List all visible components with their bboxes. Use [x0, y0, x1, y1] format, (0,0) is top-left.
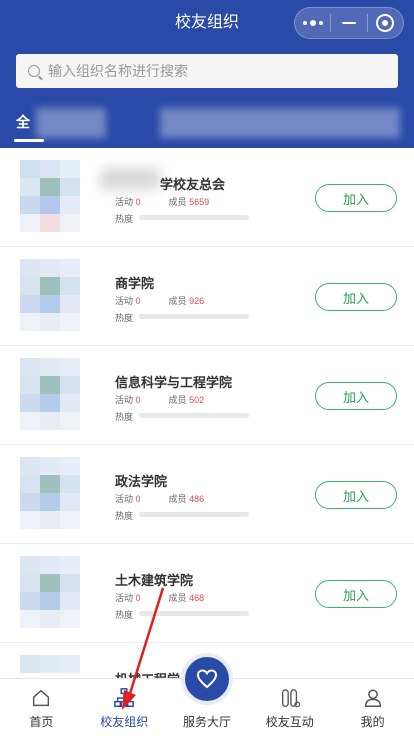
close-miniprogram-button[interactable] [368, 8, 403, 38]
org-logo-image [20, 655, 80, 678]
heat-label: 热度 [115, 214, 134, 224]
org-logo-image [20, 457, 80, 531]
heat-bar [139, 314, 249, 319]
org-logo-image [20, 259, 80, 333]
org-name: 机械工程学 [115, 669, 180, 678]
tab-label: 服务大厅 [182, 715, 231, 729]
join-button[interactable]: 加入 [315, 184, 397, 212]
tab-blurred[interactable] [36, 108, 106, 138]
org-name: 政法学院 [115, 474, 168, 489]
tab-all[interactable]: 全 [16, 112, 30, 132]
heat-bar [139, 413, 249, 418]
tab-service-hall[interactable]: 服务大厅 [166, 653, 249, 736]
profile-icon [364, 689, 381, 707]
tab-home[interactable]: 首页 [0, 679, 83, 736]
org-name: 商学院 [115, 276, 155, 291]
bottom-tab-bar: 首页 校友组织 服务大厅 校友互动 我的 [0, 653, 414, 736]
search-icon [28, 65, 40, 77]
tab-label: 校友互动 [265, 715, 314, 729]
organization-list: 学校友总会 活动 0 成员 5659 热度 加入 商学院 活动 0 成员 926 热… [0, 148, 414, 678]
heat-bar [139, 611, 249, 616]
tab-underline [14, 139, 44, 142]
heat-bar [139, 215, 249, 220]
org-stats: 活动 0 成员 502 [115, 395, 205, 405]
tab-label: 校友组织 [100, 715, 149, 729]
header: 校友组织 输入组织名称进行搜索 全 [0, 0, 414, 148]
org-stats: 活动 0 成员 926 [115, 296, 205, 306]
heat-label: 热度 [115, 511, 134, 521]
search-input[interactable]: 输入组织名称进行搜索 [16, 54, 398, 88]
home-icon [33, 689, 50, 707]
heat-label: 热度 [115, 412, 134, 422]
join-button[interactable]: 加入 [315, 382, 397, 410]
tab-alumni-org[interactable]: 校友组织 [83, 679, 166, 736]
heat-label: 热度 [115, 313, 134, 323]
list-item[interactable]: 学校友总会 活动 0 成员 5659 热度 加入 [0, 148, 414, 247]
org-logo-image [20, 358, 80, 432]
join-button[interactable]: 加入 [315, 481, 397, 509]
org-logo-image [20, 160, 80, 234]
minimize-button[interactable] [331, 8, 366, 38]
tab-label: 首页 [29, 715, 54, 729]
minus-icon [341, 22, 356, 24]
search-placeholder: 输入组织名称进行搜索 [48, 63, 188, 79]
interaction-icon [281, 689, 301, 708]
join-button[interactable]: 加入 [315, 283, 397, 311]
list-item[interactable]: 土木建筑学院 活动 0 成员 468 热度 加入 [0, 544, 414, 643]
more-menu-button[interactable] [295, 8, 330, 38]
service-hall-button[interactable] [180, 653, 233, 705]
more-icon [302, 20, 323, 26]
org-stats: 活动 0 成员 5659 [115, 197, 210, 207]
heat-label: 热度 [115, 610, 134, 620]
tab-mine[interactable]: 我的 [331, 679, 414, 736]
tab-blurred[interactable] [160, 108, 400, 138]
miniprogram-capsule [294, 7, 404, 39]
org-stats: 活动 0 成员 468 [115, 593, 205, 603]
org-chart-icon [114, 688, 135, 707]
org-stats: 活动 0 成员 486 [115, 494, 205, 504]
list-item[interactable]: 商学院 活动 0 成员 926 热度 加入 [0, 247, 414, 346]
heart-icon [196, 669, 217, 689]
org-name: 土木建筑学院 [115, 573, 194, 588]
heat-bar [139, 512, 249, 517]
tab-label: 我的 [360, 715, 385, 729]
blurred-name-area [100, 168, 160, 190]
org-name: 信息科学与工程学院 [115, 375, 233, 390]
list-item[interactable]: 政法学院 活动 0 成员 486 热度 加入 [0, 445, 414, 544]
tab-alumni-interaction[interactable]: 校友互动 [248, 679, 331, 736]
target-icon [376, 14, 395, 32]
list-item[interactable]: 信息科学与工程学院 活动 0 成员 502 热度 加入 [0, 346, 414, 445]
org-name: 学校友总会 [160, 177, 226, 192]
org-logo-image [20, 556, 80, 630]
category-tabs: 全 [0, 108, 414, 144]
join-button[interactable]: 加入 [315, 580, 397, 608]
